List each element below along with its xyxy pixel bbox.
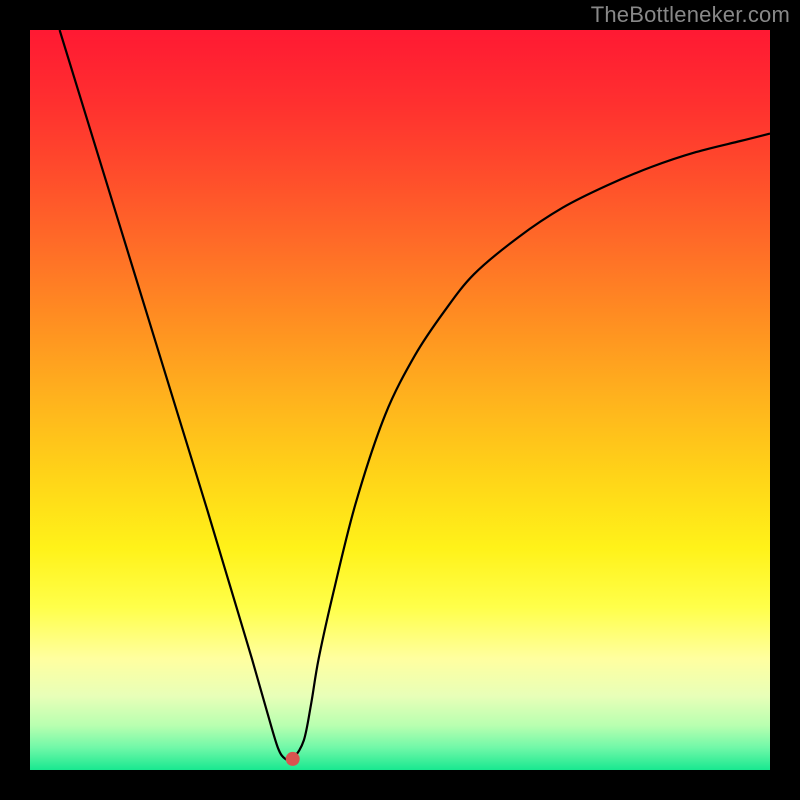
watermark-text: TheBottleneker.com — [591, 2, 790, 28]
optimal-marker — [286, 752, 300, 766]
plot-background — [30, 30, 770, 770]
bottleneck-chart — [0, 0, 800, 800]
chart-container: TheBottleneker.com — [0, 0, 800, 800]
